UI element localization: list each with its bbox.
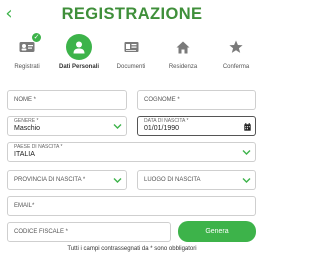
paese-nascita-label: PAESE DI NASCITA * [14,144,63,150]
nome-placeholder: NOME * [14,97,37,103]
registration-stepper: ✓ Registrati Dati Personali Documenti Re… [0,33,264,76]
provincia-nascita-select[interactable]: PROVINCIA DI NASCITA * [7,170,127,190]
user-icon [66,34,92,60]
star-icon [225,36,247,58]
step-label: Registrati [14,64,40,70]
step-dati-personali[interactable]: Dati Personali [53,34,105,70]
step-label: Conferma [222,64,250,70]
genera-button[interactable]: Genera [178,221,256,242]
data-nascita-label: DATA DI NASCITA * [144,118,189,124]
document-icon [120,36,142,58]
step-conferma[interactable]: Conferma [210,36,262,70]
email-field[interactable]: EMAIL* [7,196,256,216]
paese-nascita-select[interactable]: PAESE DI NASCITA * ITALIA [7,142,256,162]
genere-value: Maschio [14,125,41,132]
chevron-down-icon [242,150,251,155]
cognome-placeholder: COGNOME * [144,97,180,103]
provincia-nascita-placeholder: PROVINCIA DI NASCITA * [14,177,86,183]
codice-fiscale-field[interactable]: CODICE FISCALE * [7,222,171,242]
step-label: Dati Personali [58,64,99,70]
step-residenza[interactable]: Residenza [157,36,209,70]
luogo-nascita-placeholder: LUOGO DI NASCITA [144,177,201,183]
email-placeholder: EMAIL* [14,203,35,209]
codice-fiscale-placeholder: CODICE FISCALE * [14,229,69,235]
paese-nascita-value: ITALIA [14,151,35,158]
nome-field[interactable]: NOME * [7,90,127,110]
required-fields-note: Tutti i campi contrassegnati da * sono o… [67,246,197,252]
step-registrati[interactable]: ✓ Registrati [1,33,53,70]
calendar-icon[interactable] [244,123,251,131]
genere-select[interactable]: GENERE * Maschio [7,116,127,136]
home-icon [172,36,194,58]
top-bar: ‹ REGISTRAZIONE [0,0,264,30]
step-documenti[interactable]: Documenti [105,36,157,70]
step-label: Documenti [116,64,146,70]
chevron-down-icon [242,178,251,183]
chevron-down-icon [113,178,122,183]
id-card-icon: ✓ [16,33,41,58]
data-nascita-field[interactable]: DATA DI NASCITA * 01/01/1990 [137,116,256,136]
check-icon: ✓ [32,33,41,42]
chevron-down-icon [113,124,122,129]
genere-label: GENERE * [14,118,39,124]
page-title: REGISTRAZIONE [61,5,203,23]
data-nascita-value: 01/01/1990 [144,125,180,132]
step-label: Residenza [168,64,198,70]
cognome-field[interactable]: COGNOME * [137,90,256,110]
luogo-nascita-select[interactable]: LUOGO DI NASCITA [137,170,256,190]
